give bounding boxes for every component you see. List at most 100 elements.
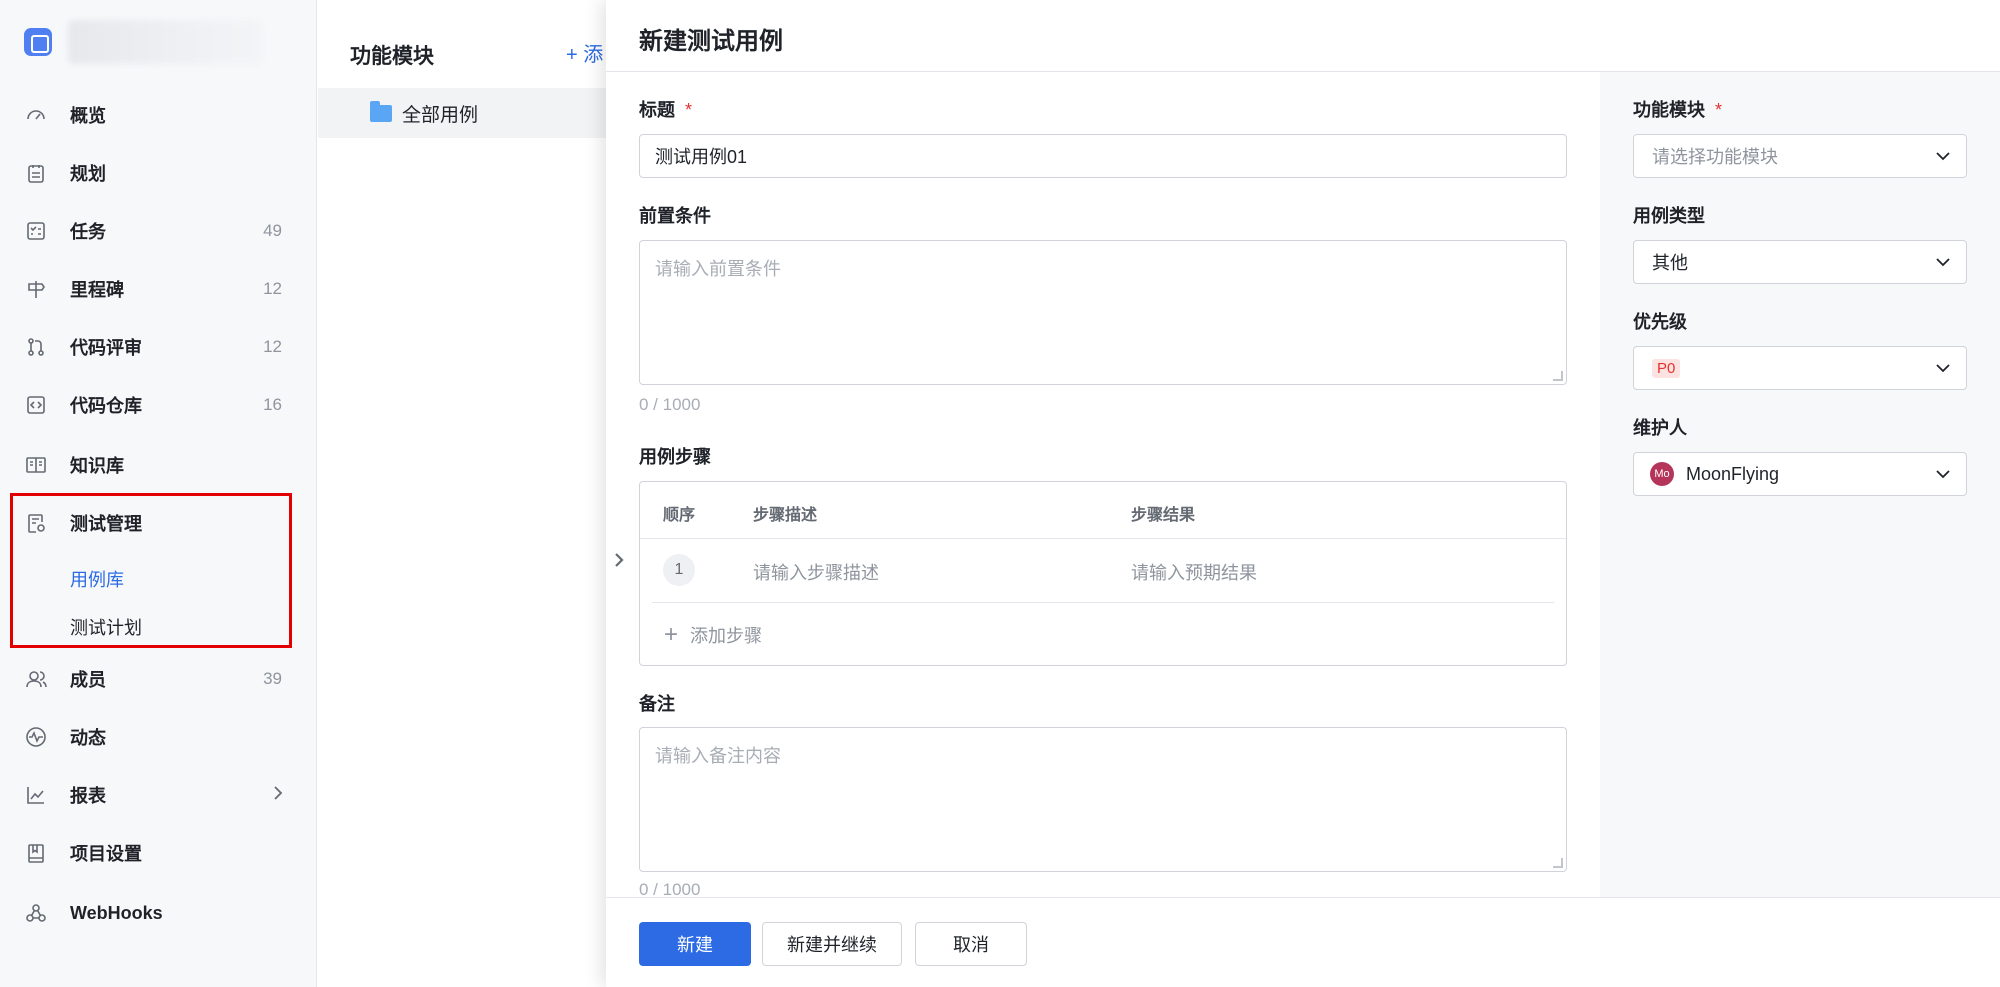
sidebar-item-overview[interactable]: 概览 (0, 86, 317, 144)
sidebar-item-label: 成员 (70, 670, 106, 690)
sidebar-item-members[interactable]: 成员 39 (0, 650, 317, 708)
sidebar-item-label: 概览 (70, 106, 106, 126)
users-icon (24, 667, 48, 691)
required-mark: * (685, 100, 693, 120)
sidebar-item-tasks[interactable]: 任务 49 (0, 202, 317, 260)
case-type-select[interactable]: 其他 (1633, 240, 1967, 284)
sidebar-item-project-settings[interactable]: 项目设置 (0, 824, 317, 882)
step-result-input[interactable]: 请输入预期结果 (1131, 559, 1257, 585)
code-repo-count: 16 (263, 395, 282, 414)
cancel-button[interactable]: 取消 (915, 922, 1027, 966)
maintainer-select[interactable]: Mo MoonFlying (1633, 452, 1967, 496)
signpost-icon (24, 277, 48, 301)
steps-label: 用例步骤 (639, 447, 711, 467)
activity-icon (24, 725, 48, 749)
priority-tag: P0 (1652, 358, 1681, 378)
module-select[interactable]: 请选择功能模块 (1633, 134, 1967, 178)
priority-select[interactable]: P0 (1633, 346, 1967, 390)
sidebar-item-label: 代码评审 (70, 338, 142, 358)
sidebar-item-label: 里程碑 (70, 280, 124, 300)
plus-icon: + (664, 621, 679, 648)
remark-textarea[interactable]: 请输入备注内容 (639, 727, 1567, 872)
drawer-header: 新建测试用例 (606, 0, 2000, 72)
milestone-count: 12 (263, 279, 282, 298)
title-label-text: 标题 (639, 100, 675, 120)
required-mark: * (1715, 100, 1723, 120)
column-header-step-result: 步骤结果 (1131, 507, 1196, 524)
add-module-button[interactable]: + 添 (566, 38, 603, 67)
title-label: 标题 * (639, 96, 692, 122)
code-repo-icon (24, 393, 48, 417)
module-field-label: 功能模块 * (1633, 96, 1722, 122)
clipboard-icon (24, 161, 48, 185)
sidebar-item-knowledge-base[interactable]: 知识库 (0, 436, 317, 494)
precondition-textarea[interactable]: 请输入前置条件 (639, 240, 1567, 385)
sidebar-item-label: 报表 (70, 786, 106, 806)
precondition-placeholder: 请输入前置条件 (655, 259, 781, 279)
folder-icon (370, 100, 392, 122)
create-test-case-drawer: 新建测试用例 标题 * 测试用例01 前置条件 请输入前置条件 0 / 1000 … (606, 0, 2000, 987)
create-and-continue-button[interactable]: 新建并继续 (762, 922, 902, 966)
resize-handle-icon[interactable] (1553, 371, 1563, 381)
sidebar-subitem-case-library[interactable]: 用例库 (70, 566, 124, 592)
sidebar-item-label: 代码仓库 (70, 396, 142, 416)
code-review-count: 12 (263, 337, 282, 356)
column-header-order: 顺序 (663, 507, 696, 524)
add-step-label: 添加步骤 (690, 626, 763, 646)
drawer-side-panel: 功能模块 * 请选择功能模块 用例类型 其他 优先级 P0 维护人 Mo Moon… (1600, 72, 2000, 897)
sidebar-item-label: 任务 (70, 222, 106, 242)
chevron-down-icon (1934, 253, 1952, 276)
column-header-step-desc: 步骤描述 (753, 507, 818, 524)
steps-table-header: 顺序 步骤描述 步骤结果 (640, 482, 1566, 539)
dashboard-icon (24, 103, 48, 127)
sidebar-item-code-repo[interactable]: 代码仓库 16 (0, 376, 317, 434)
sidebar-item-label: 测试管理 (70, 514, 142, 534)
precondition-counter: 0 / 1000 (639, 395, 701, 414)
sidebar-item-webhooks[interactable]: WebHooks (0, 884, 317, 942)
sidebar-subitem-test-plan[interactable]: 测试计划 (70, 614, 142, 640)
title-input[interactable]: 测试用例01 (639, 134, 1567, 178)
app-logo-icon[interactable] (24, 28, 52, 56)
table-row: 1 请输入步骤描述 请输入预期结果 (640, 539, 1566, 603)
sidebar-item-activity[interactable]: 动态 (0, 708, 317, 766)
sidebar-item-label: 规划 (70, 164, 106, 184)
chevron-right-icon[interactable] (612, 550, 626, 575)
maintainer-value: MoonFlying (1686, 463, 1780, 484)
test-doc-icon (24, 511, 48, 535)
remark-label: 备注 (639, 694, 675, 714)
sidebar-item-planning[interactable]: 规划 (0, 144, 317, 202)
steps-table: 顺序 步骤描述 步骤结果 1 请输入步骤描述 请输入预期结果 + 添加步骤 (639, 481, 1567, 666)
module-panel-title: 功能模块 (350, 45, 434, 68)
remark-placeholder: 请输入备注内容 (655, 746, 781, 766)
webhook-icon (24, 901, 48, 925)
case-type-label: 用例类型 (1633, 206, 1705, 226)
git-pull-request-icon (24, 335, 48, 359)
sidebar-item-milestones[interactable]: 里程碑 12 (0, 260, 317, 318)
sidebar: 概览 规划 任务 49 里程碑 12 代码评审 12 代码仓库 16 知识库 测… (0, 0, 317, 987)
sidebar-item-test-management[interactable]: 测试管理 (0, 494, 317, 552)
chart-icon (24, 783, 48, 807)
module-tree-item-all-cases[interactable]: 全部用例 (318, 88, 608, 138)
remark-counter: 0 / 1000 (639, 880, 701, 897)
sidebar-item-code-review[interactable]: 代码评审 12 (0, 318, 317, 376)
module-tree-item-label: 全部用例 (402, 104, 479, 126)
drawer-main-form: 标题 * 测试用例01 前置条件 请输入前置条件 0 / 1000 用例步骤 顺序… (606, 72, 1600, 897)
book-icon (24, 453, 48, 477)
case-type-value: 其他 (1652, 253, 1688, 273)
module-panel: 功能模块 + 添 全部用例 (318, 0, 608, 987)
chevron-down-icon (1934, 465, 1952, 488)
task-count: 49 (263, 221, 282, 240)
avatar: Mo (1650, 462, 1674, 486)
sidebar-item-label: 项目设置 (70, 844, 142, 864)
chevron-right-icon (271, 784, 285, 807)
module-select-placeholder: 请选择功能模块 (1652, 147, 1778, 167)
drawer-footer: 新建 新建并继续 取消 (606, 897, 2000, 987)
resize-handle-icon[interactable] (1553, 858, 1563, 868)
priority-label: 优先级 (1633, 312, 1687, 332)
step-desc-input[interactable]: 请输入步骤描述 (753, 559, 879, 585)
add-step-button[interactable]: + 添加步骤 (664, 622, 762, 648)
project-name-blurred (68, 20, 262, 64)
drawer-title: 新建测试用例 (639, 28, 783, 55)
sidebar-item-reports[interactable]: 报表 (0, 766, 317, 824)
create-button[interactable]: 新建 (639, 922, 751, 966)
